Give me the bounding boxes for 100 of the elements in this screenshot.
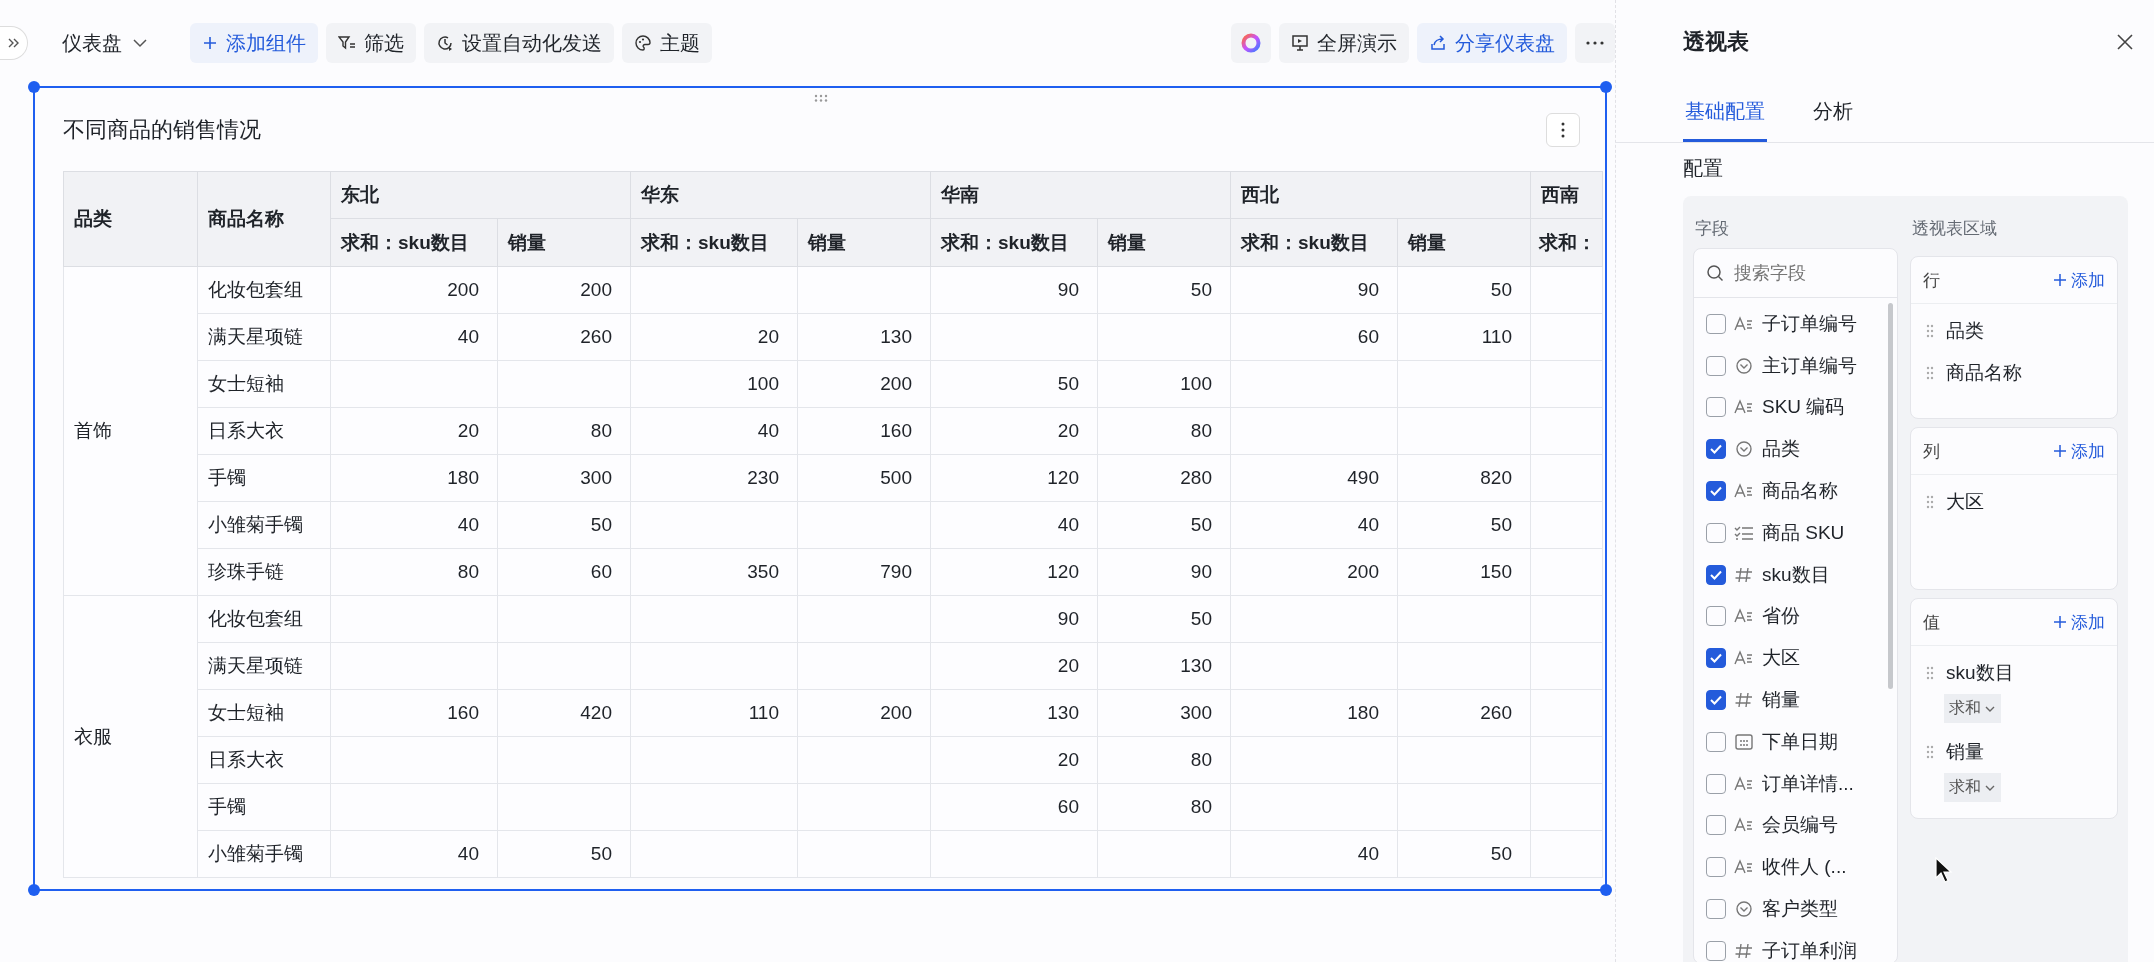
table-cell: 80 [497, 407, 631, 455]
table-cell: 20 [930, 642, 1098, 690]
checkbox[interactable] [1706, 313, 1726, 334]
chevrons-icon [6, 36, 21, 50]
toolbar-button[interactable]: 设置自动化发送 [424, 23, 614, 63]
plus-icon [2053, 444, 2067, 458]
number-type-icon [1734, 565, 1754, 584]
resize-handle[interactable] [1600, 884, 1612, 896]
column-label: 字段 [1694, 217, 1730, 240]
area-field: 品类 [1946, 318, 1984, 344]
column-header: 东北 [330, 171, 631, 219]
table-cell: 50 [1397, 830, 1531, 878]
checkbox[interactable] [1706, 690, 1726, 711]
dashboard-menu[interactable]: 仪表盘 [56, 28, 154, 58]
caret-icon [132, 38, 148, 48]
table-cell: 女士短袖 [197, 360, 331, 408]
table-cell: 150 [1397, 548, 1531, 596]
drag-handle-icon[interactable] [1926, 495, 1934, 509]
table-cell: 180 [1230, 689, 1398, 737]
text-type-icon [1734, 774, 1754, 793]
ring-logo [1240, 32, 1262, 54]
drag-handle-icon[interactable] [1926, 666, 1934, 680]
resize-handle[interactable] [28, 884, 40, 896]
table-cell: 300 [1097, 689, 1231, 737]
field-name: 客户类型 [1762, 897, 1838, 922]
area-title: 值 [1923, 611, 1940, 634]
table-cell: 日系大衣 [197, 736, 331, 784]
resize-handle[interactable] [1600, 81, 1612, 93]
tab[interactable]: 基础配置 [1683, 84, 1767, 142]
table-cell: 90 [930, 266, 1098, 314]
field-name: 订单详情... [1762, 771, 1854, 796]
checkbox[interactable] [1706, 773, 1726, 794]
add-button[interactable]: 添加 [2053, 439, 2105, 463]
table-cell: 满天星项链 [197, 313, 331, 361]
checkbox[interactable] [1706, 355, 1726, 376]
table-cell: 化妆包套组 [197, 595, 331, 643]
table-cell: 80 [1097, 407, 1231, 455]
table-cell: 180 [330, 454, 498, 502]
checkbox[interactable] [1706, 648, 1726, 669]
field-name: 商品 SKU [1762, 520, 1845, 545]
table-cell: 小雏菊手镯 [197, 501, 331, 549]
expand-button[interactable] [0, 26, 28, 60]
text-type-icon [1734, 314, 1754, 333]
table-cell: 790 [797, 548, 931, 596]
table-cell: 衣服 [63, 595, 198, 878]
table-cell: 50 [1097, 501, 1231, 549]
checkbox[interactable] [1706, 522, 1726, 543]
checkbox[interactable] [1706, 397, 1726, 418]
field-name: 大区 [1762, 646, 1800, 671]
checkbox[interactable] [1706, 815, 1726, 836]
checkbox[interactable] [1706, 899, 1726, 920]
table-cell: 500 [797, 454, 931, 502]
table-cell: 80 [330, 548, 498, 596]
drag-handle-icon[interactable] [1926, 324, 1934, 338]
drag-handle-icon[interactable] [1926, 745, 1934, 759]
table-cell: 60 [1230, 313, 1398, 361]
check-icon [1709, 443, 1723, 456]
number-type-icon [1734, 691, 1754, 710]
scrollbar[interactable] [1888, 303, 1893, 689]
assistant-button[interactable] [1231, 23, 1271, 63]
plus-icon [2053, 273, 2067, 287]
resize-handle[interactable] [28, 81, 40, 93]
search-field[interactable]: 搜索字段 [1734, 260, 1874, 286]
table-cell: 110 [1397, 313, 1531, 361]
drag-handle-icon[interactable] [814, 94, 828, 102]
toolbar-button[interactable]: 添加组件 [190, 23, 318, 63]
chart-widget[interactable] [33, 86, 1607, 891]
table-cell: 420 [497, 689, 631, 737]
checkbox[interactable] [1706, 564, 1726, 585]
dropdown-type-icon [1734, 440, 1754, 459]
checkbox[interactable] [1706, 940, 1726, 961]
table-cell: 50 [1397, 266, 1531, 314]
checkbox[interactable] [1706, 481, 1726, 502]
area-field: 销量 [1946, 739, 1984, 765]
column-header: 求和：sku数目 [330, 218, 498, 267]
add-button[interactable]: 添加 [2053, 268, 2105, 292]
table-cell: 50 [497, 501, 631, 549]
checkbox[interactable] [1706, 731, 1726, 752]
checkbox[interactable] [1706, 439, 1726, 460]
toolbar-button[interactable]: 分享仪表盘 [1417, 23, 1567, 63]
add-button[interactable]: 添加 [2053, 610, 2105, 634]
toolbar-button[interactable]: 主题 [622, 23, 712, 63]
table-cell: 90 [1097, 548, 1231, 596]
aggregate-dropdown[interactable]: 求和 [1944, 773, 2001, 802]
palette-icon [634, 34, 652, 52]
drag-handle-icon[interactable] [1926, 366, 1934, 380]
checkbox[interactable] [1706, 606, 1726, 627]
table-cell: 280 [1097, 454, 1231, 502]
tab[interactable]: 分析 [1811, 84, 1855, 142]
check-icon [1709, 652, 1723, 665]
clock-icon [436, 34, 454, 52]
more-button[interactable] [1546, 112, 1580, 147]
more-button[interactable] [1575, 23, 1615, 63]
field-name: 收件人 (... [1762, 855, 1847, 880]
checkbox[interactable] [1706, 857, 1726, 878]
close-icon[interactable] [2116, 33, 2134, 51]
table-cell: 手镯 [197, 454, 331, 502]
aggregate-dropdown[interactable]: 求和 [1944, 694, 2001, 723]
toolbar-button[interactable]: 筛选 [326, 23, 416, 63]
toolbar-button[interactable]: 全屏演示 [1279, 23, 1409, 63]
